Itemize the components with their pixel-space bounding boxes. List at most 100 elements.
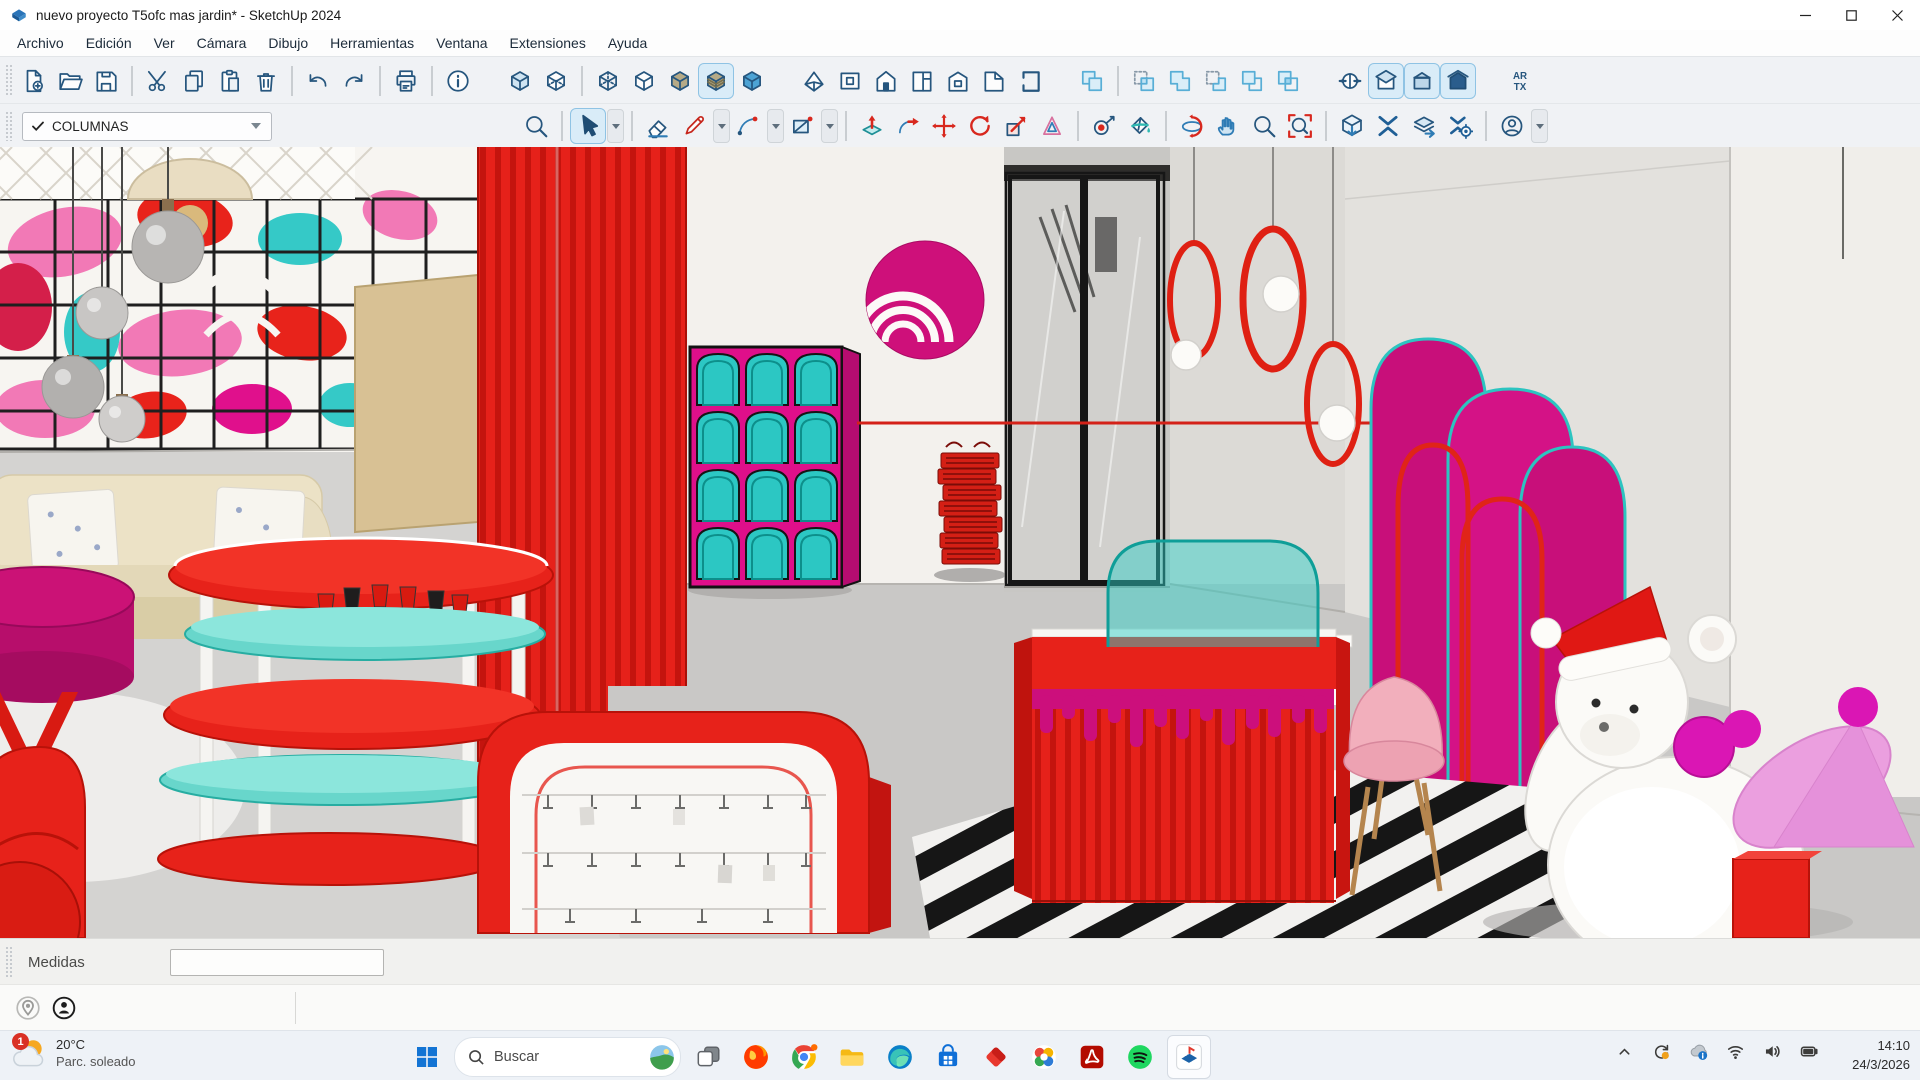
view-top-icon[interactable] [832,63,868,99]
ar-tx-icon[interactable]: ARTX [1502,63,1538,99]
solid-intersect-icon[interactable] [1126,63,1162,99]
firefox-taskbar-icon[interactable] [735,1036,777,1078]
measurements-input[interactable] [170,949,384,976]
select-icon[interactable] [570,108,606,144]
view-front-icon[interactable] [868,63,904,99]
extension-manager-icon[interactable] [1442,108,1478,144]
viewport-3d-model[interactable] [0,147,1920,938]
search-input[interactable]: Buscar [454,1037,681,1077]
save-icon[interactable] [88,63,124,99]
photos-taskbar-icon[interactable] [1023,1036,1065,1078]
view-left-icon[interactable] [976,63,1012,99]
view-right-icon[interactable] [904,63,940,99]
copy-icon[interactable] [176,63,212,99]
solid-union-icon[interactable] [1162,63,1198,99]
tape-measure-icon[interactable] [1086,108,1122,144]
toolbar-grip[interactable] [5,946,12,978]
edge-taskbar-icon[interactable] [879,1036,921,1078]
wifi-icon[interactable] [1723,1039,1748,1064]
view-back-icon[interactable] [940,63,976,99]
warehouse-3d-icon[interactable] [1334,108,1370,144]
style-textured-icon[interactable] [698,63,734,99]
display-section-planes-icon[interactable] [1368,63,1404,99]
volume-icon[interactable] [1760,1039,1785,1064]
rotate-icon[interactable] [962,108,998,144]
offset-icon[interactable] [1034,108,1070,144]
solid-subtract-icon[interactable] [1198,63,1234,99]
solid-trim-icon[interactable] [1234,63,1270,99]
style-shaded-icon[interactable] [662,63,698,99]
taskbar-clock[interactable]: 14:10 24/3/2026 [1852,1037,1910,1075]
toolbar-grip[interactable] [5,64,12,97]
new-file-icon[interactable] [16,63,52,99]
zoom-icon[interactable] [1246,108,1282,144]
scale-icon[interactable] [998,108,1034,144]
paste-icon[interactable] [212,63,248,99]
minimize-button[interactable] [1782,0,1828,30]
follow-me-icon[interactable] [890,108,926,144]
chevron-up-icon[interactable] [1612,1039,1637,1064]
push-pull-icon[interactable] [854,108,890,144]
tag-dropdown[interactable]: COLUMNAS [22,112,272,141]
menu-edicion[interactable]: Edición [75,32,143,54]
style-hidden-line-icon[interactable] [626,63,662,99]
shapes-icon[interactable] [784,108,820,144]
credits-icon[interactable] [52,996,76,1025]
menu-ventana[interactable]: Ventana [425,32,498,54]
eraser-icon[interactable] [640,108,676,144]
geolocation-icon[interactable] [16,996,40,1025]
send-to-layout-icon[interactable] [1406,108,1442,144]
orbit-icon[interactable] [1174,108,1210,144]
acrobat-taskbar-icon[interactable] [1071,1036,1113,1078]
start-button[interactable] [406,1036,448,1078]
menu-camara[interactable]: Cámara [186,32,258,54]
menu-herramientas[interactable]: Herramientas [319,32,425,54]
battery-icon[interactable] [1797,1039,1822,1064]
menu-extensiones[interactable]: Extensiones [499,32,597,54]
solid-split-icon[interactable] [1270,63,1306,99]
menu-dibujo[interactable]: Dibujo [257,32,319,54]
spotify-taskbar-icon[interactable] [1119,1036,1161,1078]
pencil-icon[interactable] [676,108,712,144]
extension-warehouse-icon[interactable] [1370,108,1406,144]
pan-icon[interactable] [1210,108,1246,144]
solid-outer-shell-icon[interactable] [1074,63,1110,99]
section-plane-icon[interactable] [1332,63,1368,99]
search-icon[interactable] [518,108,554,144]
style-back-edges-icon[interactable] [538,63,574,99]
sketchup-taskbar-icon[interactable] [1167,1035,1211,1079]
file-explorer-taskbar-icon[interactable] [831,1036,873,1078]
dropdown-caret[interactable] [821,109,838,143]
display-section-cuts-icon[interactable] [1404,63,1440,99]
maximize-button[interactable] [1828,0,1874,30]
zoom-extents-icon[interactable] [1282,108,1318,144]
undo-icon[interactable] [300,63,336,99]
layout-taskbar-icon[interactable] [975,1036,1017,1078]
move-icon[interactable] [926,108,962,144]
paint-bucket-icon[interactable] [1122,108,1158,144]
task-view-taskbar-icon[interactable] [687,1036,729,1078]
dropdown-caret[interactable] [607,109,624,143]
redo-icon[interactable] [336,63,372,99]
cut-icon[interactable] [140,63,176,99]
open-folder-icon[interactable] [52,63,88,99]
display-section-fill-icon[interactable] [1440,63,1476,99]
dropdown-caret[interactable] [1531,109,1548,143]
info-icon[interactable] [440,63,476,99]
menu-ver[interactable]: Ver [143,32,186,54]
weather-widget[interactable]: 1 20°C Parc. soleado [10,1035,136,1073]
menu-ayuda[interactable]: Ayuda [597,32,658,54]
toolbar-grip[interactable] [5,111,12,142]
sync-icon[interactable] [1649,1039,1674,1064]
print-icon[interactable] [388,63,424,99]
microsoft-store-taskbar-icon[interactable] [927,1036,969,1078]
style-wireframe-icon[interactable] [590,63,626,99]
style-monochrome-icon[interactable] [734,63,770,99]
arcs-icon[interactable] [730,108,766,144]
view-section-icon[interactable] [1012,63,1048,99]
style-xray-icon[interactable] [502,63,538,99]
view-iso-icon[interactable] [796,63,832,99]
menu-archivo[interactable]: Archivo [6,32,75,54]
dropdown-caret[interactable] [713,109,730,143]
trash-icon[interactable] [248,63,284,99]
